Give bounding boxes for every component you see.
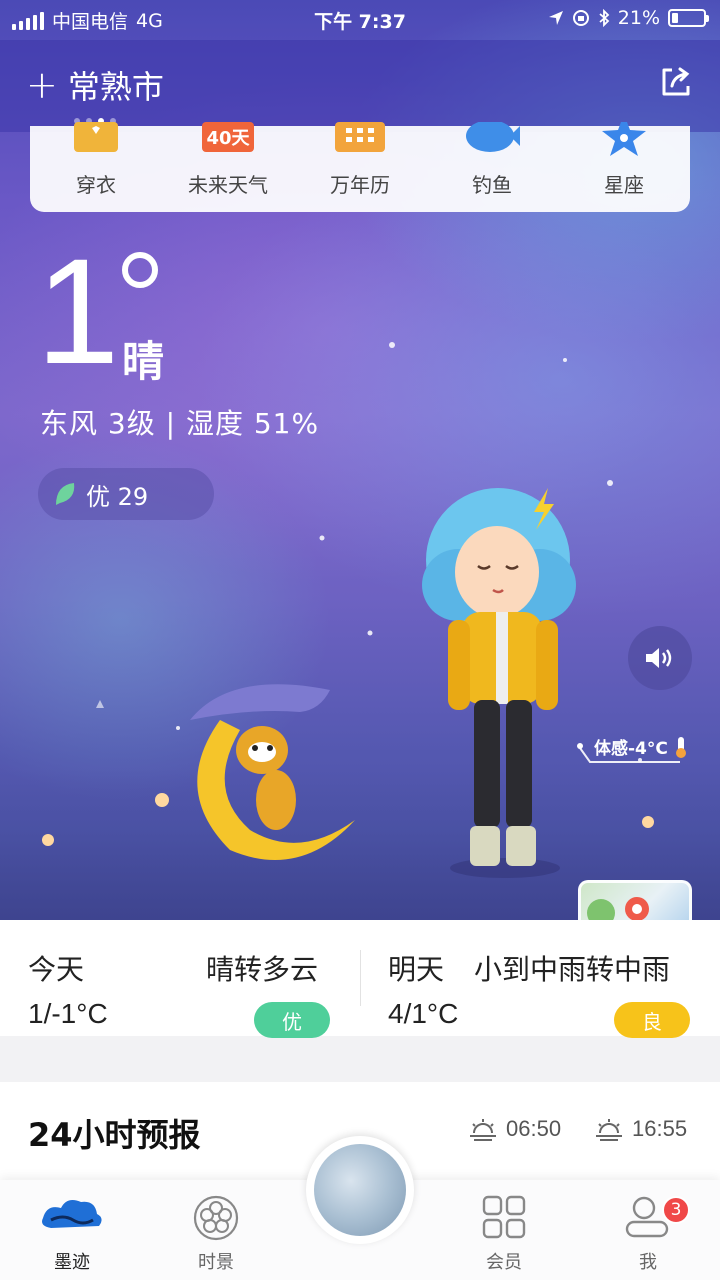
moon-dog-illustration bbox=[42, 684, 654, 860]
bluetooth-icon bbox=[599, 9, 610, 27]
today-label: 今天 bbox=[28, 953, 85, 986]
center-scenery-button[interactable] bbox=[306, 1136, 414, 1244]
today-weather: 晴转多云 bbox=[206, 953, 319, 986]
sunset-icon bbox=[596, 1119, 622, 1141]
fish-icon bbox=[466, 122, 520, 152]
calendar-icon bbox=[335, 122, 385, 152]
tomorrow-weather: 小到中雨转中雨 bbox=[474, 953, 671, 986]
tool-fishing[interactable]: 钓鱼 bbox=[437, 122, 547, 198]
status-bar: 中国电信 4G 下午 7:37 21% bbox=[0, 0, 720, 40]
share-icon[interactable] bbox=[658, 64, 694, 100]
hourly-title: 24小时预报 bbox=[28, 1116, 201, 1154]
battery-percent: 21% bbox=[617, 7, 660, 29]
tab-moji[interactable]: 墨迹 bbox=[22, 1180, 122, 1280]
map-thumbnail[interactable] bbox=[578, 880, 692, 924]
tool-clothes[interactable]: 穿衣 bbox=[41, 122, 151, 198]
tool-future-weather[interactable]: 40天 未来天气 bbox=[173, 122, 283, 198]
today-aqi-badge: 优 bbox=[254, 1002, 330, 1038]
leaf-icon bbox=[56, 483, 75, 505]
sunset-time: 16:55 bbox=[632, 1116, 688, 1141]
map-pin-icon bbox=[587, 897, 649, 921]
current-condition: 晴 bbox=[122, 337, 165, 386]
forecast-badge: 40天 bbox=[206, 128, 250, 149]
location-arrow-icon bbox=[548, 11, 563, 25]
tab-membership[interactable]: 会员 bbox=[454, 1180, 554, 1280]
sunrise-time: 06:50 bbox=[506, 1116, 562, 1141]
tool-constellation[interactable]: 星座 bbox=[569, 122, 679, 198]
forecast-divider bbox=[360, 950, 361, 1006]
daily-forecast-card[interactable]: 今天 晴转多云 1/-1°C 优 明天 小到中雨转中雨 4/1°C 良 bbox=[0, 920, 720, 1038]
tools-card: 穿衣 40天 未来天气 万年历 钓鱼 星座 bbox=[30, 122, 690, 212]
battery-icon bbox=[668, 9, 709, 27]
sky-photo-thumbnail bbox=[314, 1144, 406, 1236]
tab-me[interactable]: 我 bbox=[598, 1180, 698, 1280]
character-illustration bbox=[422, 488, 576, 878]
flower-icon bbox=[193, 1195, 239, 1241]
sunrise: 06:50 bbox=[468, 1116, 561, 1142]
degree-symbol-icon bbox=[122, 252, 158, 288]
sunset: 16:55 bbox=[594, 1116, 687, 1142]
forecast-40-icon: 40天 bbox=[202, 122, 254, 152]
notification-badge: 3 bbox=[662, 1196, 690, 1224]
tomorrow-range: 4/1°C bbox=[388, 998, 459, 1029]
feels-like: 体感-4°C bbox=[594, 734, 690, 759]
aqi-label: 优 29 bbox=[86, 482, 149, 511]
current-temperature: 1 bbox=[36, 227, 120, 395]
add-city-icon[interactable]: + bbox=[26, 66, 58, 104]
sunrise-icon bbox=[470, 1119, 496, 1141]
clothes-icon bbox=[74, 122, 118, 152]
orientation-lock-icon bbox=[572, 10, 589, 26]
sound-button[interactable] bbox=[628, 626, 692, 690]
star-icon bbox=[602, 122, 646, 156]
moji-cloud-icon bbox=[42, 1200, 102, 1228]
city-name: 常熟市 bbox=[67, 68, 164, 106]
tomorrow-label: 明天 bbox=[388, 953, 445, 986]
today-range: 1/-1°C bbox=[28, 998, 108, 1029]
tool-calendar[interactable]: 万年历 bbox=[305, 122, 415, 198]
city-selector[interactable]: + 常熟市 bbox=[26, 62, 164, 108]
tab-scenery[interactable]: 时景 bbox=[166, 1180, 266, 1280]
grid-icon bbox=[482, 1195, 526, 1239]
wind-humidity: 东风 3级 | 湿度 51% bbox=[40, 407, 320, 440]
tomorrow-aqi-badge: 良 bbox=[614, 1002, 690, 1038]
thermometer-icon bbox=[675, 736, 686, 758]
aqi-pill[interactable]: 优 29 bbox=[38, 468, 214, 520]
speaker-icon bbox=[646, 648, 672, 668]
feels-like-label: 体感-4°C bbox=[594, 739, 668, 759]
